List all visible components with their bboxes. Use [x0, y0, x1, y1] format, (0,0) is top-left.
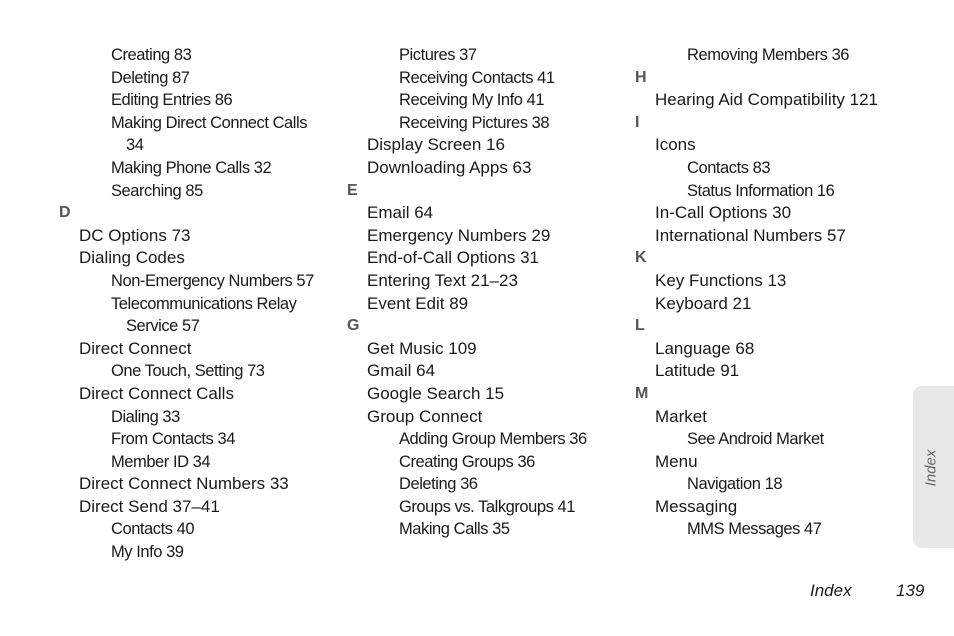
index-letter-heading: D — [59, 204, 71, 222]
index-entry: Group Connect — [367, 406, 483, 426]
index-subentry: Status Information 16 — [687, 181, 835, 200]
index-subentry: MMS Messages 47 — [687, 520, 822, 539]
index-letter-heading: E — [347, 181, 358, 199]
index-subentry: Navigation 18 — [687, 475, 783, 494]
index-column-2: Pictures 37 Receiving Contacts 41 Receivin… — [347, 44, 587, 541]
index-column-3: Removing Members 36 H Hearing Aid Compatib… — [635, 44, 878, 541]
index-subentry: Deleting 87 — [111, 68, 190, 87]
index-subentry: See Android Market — [687, 430, 824, 449]
page-number: 139 — [896, 581, 925, 600]
index-letter-heading: K — [635, 249, 647, 267]
index-entry: Keyboard 21 — [655, 293, 752, 313]
index-subentry: 34 — [126, 136, 144, 155]
index-entry: Get Music 109 — [367, 338, 477, 358]
index-entry: Downloading Apps 63 — [367, 157, 532, 177]
index-subentry: Groups vs. Talkgroups 41 — [399, 497, 575, 516]
index-entry: Event Edit 89 — [367, 293, 469, 313]
index-entry: Direct Connect — [79, 338, 192, 358]
index-entry: DC Options 73 — [79, 225, 191, 245]
index-entry: End-of-Call Options 31 — [367, 248, 539, 268]
index-entry: Entering Text 21–23 — [367, 270, 518, 290]
index-subentry: Non-Emergency Numbers 57 — [111, 271, 314, 290]
index-entry: Latitude 91 — [655, 361, 740, 381]
index-subentry: Receiving My Info 41 — [399, 91, 545, 110]
index-entry: Icons — [655, 135, 696, 155]
index-subentry: Service 57 — [126, 317, 200, 336]
index-column-1: Creating 83 Deleting 87 Editing Entries 86… — [59, 44, 314, 564]
index-subentry: From Contacts 34 — [111, 430, 235, 449]
index-entry: Direct Connect Calls — [79, 383, 234, 403]
index-subentry: Contacts 40 — [111, 520, 195, 539]
index-subentry: Receiving Pictures 38 — [399, 113, 550, 132]
index-subentry: Deleting 36 — [399, 475, 478, 494]
index-entry: Dialing Codes — [79, 248, 185, 268]
index-letter-heading: G — [347, 317, 360, 335]
index-entry: In-Call Options 30 — [655, 203, 792, 223]
index-entry: Emergency Numbers 29 — [367, 225, 551, 245]
index-subentry: Removing Members 36 — [687, 46, 850, 64]
index-entry: Direct Connect Numbers 33 — [79, 474, 289, 494]
index-entry: Market — [655, 406, 707, 426]
index-subentry: Making Phone Calls 32 — [111, 158, 272, 177]
index-subentry: Receiving Contacts 41 — [399, 68, 555, 87]
index-subentry: Pictures 37 — [399, 46, 477, 64]
index-entry: Display Screen 16 — [367, 135, 505, 155]
footer-section-name: Index — [810, 581, 852, 600]
index-subentry: Editing Entries 86 — [111, 91, 233, 110]
index-subentry: One Touch, Setting 73 — [111, 362, 265, 381]
index-letter-heading: I — [635, 113, 640, 131]
index-entry: International Numbers 57 — [655, 225, 846, 245]
index-subentry: Making Direct Connect Calls — [111, 113, 308, 132]
index-subentry: Telecommunications Relay — [111, 294, 297, 313]
index-letter-heading: M — [635, 384, 649, 402]
index-entry: Gmail 64 — [367, 361, 436, 381]
index-subentry: Creating Groups 36 — [399, 452, 535, 471]
index-subentry: Adding Group Members 36 — [399, 430, 587, 449]
index-subentry: My Info 39 — [111, 543, 184, 562]
side-tab-label: Index — [922, 449, 940, 487]
index-entry: Key Functions 13 — [655, 270, 787, 290]
index-entry: Direct Send 37–41 — [79, 496, 220, 516]
index-subentry: Creating 83 — [111, 46, 192, 64]
index-subentry: Dialing 33 — [111, 407, 180, 426]
index-entry: Messaging — [655, 496, 738, 516]
index-subentry: Contacts 83 — [687, 158, 771, 177]
index-entry: Menu — [655, 451, 698, 471]
index-letter-heading: H — [635, 68, 647, 86]
index-entry: Hearing Aid Compatibility 121 — [655, 90, 879, 110]
section-side-tab: Index — [913, 386, 954, 548]
index-subentry: Making Calls 35 — [399, 520, 510, 539]
index-subentry: Searching 85 — [111, 181, 203, 200]
index-letter-heading: L — [635, 317, 645, 335]
index-entry: Email 64 — [367, 203, 434, 223]
index-entry: Language 68 — [655, 338, 755, 358]
index-subentry: Member ID 34 — [111, 452, 211, 471]
index-entry: Google Search 15 — [367, 383, 505, 403]
